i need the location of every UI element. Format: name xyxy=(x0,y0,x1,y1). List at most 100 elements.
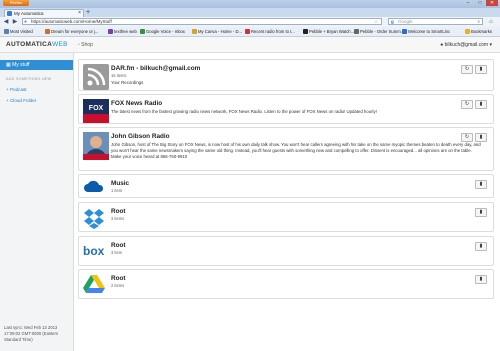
list-item[interactable]: Root 3 items ▮ xyxy=(78,202,494,232)
bookmark-favicon-icon xyxy=(45,29,50,34)
bookmark-label: Most Visited xyxy=(10,29,33,34)
item-count: 2 items xyxy=(111,283,125,288)
item-count: 1 item xyxy=(111,188,123,193)
delete-icon[interactable]: ▮ xyxy=(475,242,487,251)
list-item[interactable]: John Gibson Radio John Gibson, host of T… xyxy=(78,127,494,171)
shop-link[interactable]: ▫ Shop xyxy=(78,42,93,48)
delete-icon[interactable]: ▮ xyxy=(475,100,487,109)
window-titlebar: Firefox – □ ✕ xyxy=(0,0,500,8)
logo-accent-text: WEB xyxy=(52,41,68,48)
sidebar-section-header: ADD SOMETHING NEW xyxy=(6,77,52,81)
item-title[interactable]: FOX News Radio xyxy=(111,100,162,107)
svg-text:box: box xyxy=(83,244,105,258)
item-title[interactable]: Music xyxy=(111,180,129,187)
bookmark-favicon-icon xyxy=(108,29,113,34)
fox-news-radio-logo: FOX xyxy=(83,99,109,125)
bookmark-item[interactable]: Pebble - Order Summ... xyxy=(354,28,404,35)
list-item[interactable]: FOX FOX News Radio The latest news from … xyxy=(78,94,494,124)
bookmark-label: Pebble + Bryan Watch... xyxy=(309,29,355,34)
bookmark-favicon-icon xyxy=(245,29,250,34)
list-item[interactable]: Root 2 items ▮ xyxy=(78,269,494,299)
user-icon: ● xyxy=(440,42,444,48)
google-drive-icon xyxy=(83,274,109,300)
site-identity-icon[interactable]: ● xyxy=(24,19,27,25)
bookmark-item[interactable]: Recent radio from to t... xyxy=(245,28,295,35)
bookmark-favicon-icon xyxy=(303,29,308,34)
plus-icon: + xyxy=(6,87,9,92)
delete-icon[interactable]: ▮ xyxy=(475,65,487,74)
item-actions: ↻ ▮ xyxy=(459,65,487,74)
forward-icon[interactable]: ▶ xyxy=(11,18,19,26)
list-item[interactable]: DAR.fm - bilkuch@gmail.com 16 items Your… xyxy=(78,59,494,91)
close-window-icon[interactable]: ✕ xyxy=(486,0,498,6)
item-title[interactable]: DAR.fm - bilkuch@gmail.com xyxy=(111,65,200,72)
maximize-icon[interactable]: □ xyxy=(474,0,486,6)
plus-icon: + xyxy=(6,98,9,103)
item-actions: ↻ ▮ xyxy=(459,133,487,142)
search-icon[interactable]: ⌕ xyxy=(477,19,480,25)
sidebar: ▦ My stuff ADD SOMETHING NEW + Podcast +… xyxy=(0,53,74,351)
bookmark-label: Dream for everyone or j... xyxy=(51,29,99,34)
bookmark-item[interactable]: Welcome to SmartLinc xyxy=(402,28,450,35)
bookmark-label: Welcome to SmartLinc xyxy=(408,29,451,34)
list-item[interactable]: box Root 3 item ▮ xyxy=(78,236,494,266)
sidebar-item-my-stuff[interactable]: ▦ My stuff xyxy=(0,60,73,70)
bookmark-label: Pebble - Order Summ... xyxy=(360,29,405,34)
minimize-icon[interactable]: – xyxy=(462,0,474,6)
sidebar-item-label: Podcast xyxy=(9,87,27,92)
tab-my-automatica[interactable]: My Automatica × xyxy=(4,9,84,17)
item-actions: ▮ xyxy=(473,180,487,189)
onedrive-icon xyxy=(83,178,109,204)
user-email: bilkuch@gmail.com xyxy=(444,42,489,48)
bookmark-item[interactable]: textfree web xyxy=(108,28,137,35)
search-engine-icon[interactable]: g xyxy=(391,19,394,25)
app-logo[interactable]: AUTOMATICAWEB xyxy=(6,41,68,48)
new-tab-button[interactable]: + xyxy=(86,9,90,16)
bookmark-star-icon[interactable]: ☆ xyxy=(374,19,378,25)
search-box[interactable]: g Google ⌕ xyxy=(388,18,483,25)
bookmarks-menu-label: Bookmarks xyxy=(471,29,492,34)
bookmark-item[interactable]: Most Visited xyxy=(4,28,33,35)
host-photo xyxy=(83,132,109,160)
bookmark-item[interactable]: Pebble + Bryan Watch... xyxy=(303,28,354,35)
search-placeholder: Google xyxy=(398,19,413,24)
list-item[interactable]: Music 1 item ▮ xyxy=(78,174,494,198)
grid-icon: ▦ xyxy=(6,62,11,68)
sidebar-item-cloud-folder[interactable]: + Cloud Folder xyxy=(6,98,36,103)
item-actions: ▮ xyxy=(473,208,487,217)
delete-icon[interactable]: ▮ xyxy=(475,275,487,284)
item-actions: ▮ xyxy=(473,242,487,251)
firefox-menu-button[interactable]: Firefox xyxy=(3,0,29,6)
dropbox-icon xyxy=(83,207,109,233)
home-icon[interactable]: ⌂ xyxy=(487,18,495,26)
delete-icon[interactable]: ▮ xyxy=(475,133,487,142)
item-title[interactable]: Root xyxy=(111,242,126,249)
bookmark-item[interactable]: Dream for everyone or j... xyxy=(45,28,98,35)
item-description: John Gibson, host of The Big Story on FO… xyxy=(111,142,481,159)
bookmarks-menu[interactable]: Bookmarks xyxy=(465,28,492,35)
refresh-icon[interactable]: ↻ xyxy=(461,65,473,74)
item-count: 3 items xyxy=(111,216,125,221)
bookmark-item[interactable]: Google Voice - Inbox xyxy=(140,28,185,35)
bookmark-label: Recent radio from to t... xyxy=(251,29,295,34)
bookmarks-menu-icon xyxy=(465,29,470,34)
address-bar[interactable]: ● https://automaticweb.com/Home/MyStuff … xyxy=(22,18,382,25)
item-title[interactable]: Root xyxy=(111,275,126,282)
back-icon[interactable]: ◀ xyxy=(2,18,10,26)
item-description: The latest news from the fastest growing… xyxy=(111,109,377,114)
refresh-icon[interactable]: ↻ xyxy=(461,100,473,109)
close-tab-icon[interactable]: × xyxy=(78,10,81,17)
sidebar-item-label: Cloud Folder xyxy=(9,98,37,103)
bookmark-item[interactable]: My Canva - Home - D... xyxy=(192,28,242,35)
my-stuff-list: DAR.fm - bilkuch@gmail.com 16 items Your… xyxy=(78,53,496,351)
item-title[interactable]: John Gibson Radio xyxy=(111,133,170,140)
user-menu[interactable]: ● bilkuch@gmail.com ▾ xyxy=(440,42,492,48)
favicon-icon xyxy=(7,11,12,16)
bookmark-favicon-icon xyxy=(192,29,197,34)
delete-icon[interactable]: ▮ xyxy=(475,180,487,189)
refresh-icon[interactable]: ↻ xyxy=(461,133,473,142)
item-title[interactable]: Root xyxy=(111,208,126,215)
delete-icon[interactable]: ▮ xyxy=(475,208,487,217)
sidebar-item-label: My stuff xyxy=(12,62,30,68)
sidebar-item-podcast[interactable]: + Podcast xyxy=(6,87,27,92)
